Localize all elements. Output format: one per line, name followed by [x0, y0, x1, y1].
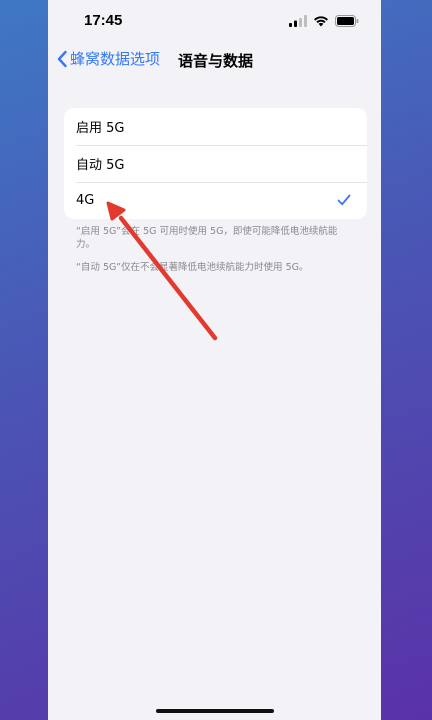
option-label: 4G — [76, 193, 95, 208]
back-button[interactable]: 蜂窝数据选项 — [56, 48, 160, 69]
status-bar: 17:45 — [48, 0, 381, 44]
checkmark-icon — [337, 194, 351, 206]
page-title: 语音与数据 — [178, 52, 254, 70]
option-enable-5g[interactable]: 启用 5G — [64, 108, 367, 145]
status-time: 17:45 — [84, 12, 123, 29]
network-options-list: 启用 5G 自动 5G 4G — [64, 108, 367, 219]
status-icons — [289, 15, 359, 27]
footnote-auto-5g: “自动 5G”仅在不会显著降低电池续航能力时使用 5G。 — [76, 262, 309, 273]
option-label: 启用 5G — [76, 121, 125, 136]
wifi-icon — [314, 16, 328, 27]
signal-icon — [289, 15, 307, 27]
battery-icon — [335, 15, 359, 27]
back-button-label: 蜂窝数据选项 — [70, 50, 161, 68]
home-indicator — [156, 709, 274, 713]
chevron-left-icon — [57, 50, 67, 67]
phone-screen: 17:45 蜂窝数据选项 语音与数据 启用 5G 自动 5G 4G “启用 5G… — [48, 0, 381, 720]
option-auto-5g[interactable]: 自动 5G — [64, 145, 367, 182]
navigation-bar: 蜂窝数据选项 语音与数据 — [48, 44, 381, 76]
option-label: 自动 5G — [76, 158, 125, 173]
footnote-enable-5g: “启用 5G”会在 5G 可用时使用 5G，即使可能降低电池续航能力。 — [76, 226, 338, 250]
option-4g[interactable]: 4G — [64, 182, 367, 219]
